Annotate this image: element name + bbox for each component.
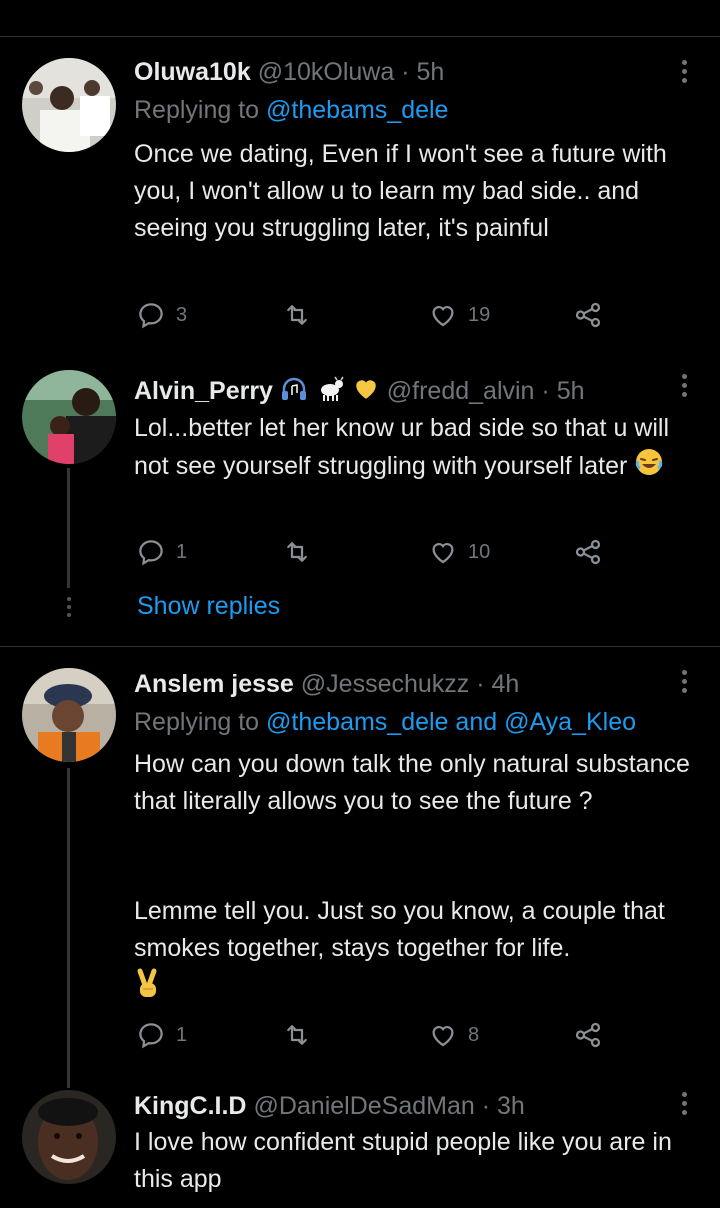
timestamp[interactable]: 4h: [492, 670, 520, 698]
user-handle[interactable]: @DanielDeSadMan: [253, 1092, 474, 1120]
tweet-text-body: Lemme tell you. Just so you know, a coup…: [134, 897, 665, 962]
separator-dot: ·: [401, 58, 410, 86]
replying-to-prefix: Replying to: [134, 96, 267, 124]
like-button[interactable]: 19: [428, 300, 490, 330]
user-handle[interactable]: @10kOluwa: [258, 58, 395, 86]
tweet-text: Once we dating, Even if I won't see a fu…: [134, 140, 667, 242]
avatar[interactable]: [22, 370, 116, 464]
tweet-text-body: Lol...better let her know ur bad side so…: [134, 414, 670, 481]
more-icon[interactable]: [677, 374, 691, 404]
like-count: 19: [468, 303, 491, 326]
retweet-button[interactable]: [282, 300, 312, 330]
retweet-button[interactable]: [282, 537, 312, 567]
tweet-text-paragraph-2: Lemme tell you. Just so you know, a coup…: [134, 893, 704, 1012]
display-name[interactable]: KingC.I.D: [134, 1092, 247, 1120]
thread-line: [67, 468, 70, 588]
tweet-text: Lol...better let her know ur bad side so…: [134, 410, 704, 488]
like-count: 10: [468, 540, 491, 563]
like-count: 8: [468, 1023, 480, 1046]
reply-count: 3: [176, 303, 188, 326]
timestamp[interactable]: 5h: [557, 377, 585, 405]
separator-dot: ·: [481, 1092, 491, 1120]
tweet-header: KingC.I.D @DanielDeSadMan · 3h: [134, 1092, 525, 1121]
reply-icon: [139, 1023, 163, 1049]
like-button[interactable]: 8: [428, 1020, 479, 1050]
share-button[interactable]: [573, 300, 603, 330]
separator-dot: ·: [476, 670, 485, 698]
user-handle[interactable]: @fredd_alvin: [387, 377, 535, 405]
like-button[interactable]: 10: [428, 537, 490, 567]
thread-gap-dots: [66, 597, 72, 621]
reply-button[interactable]: 3: [136, 300, 187, 330]
display-name[interactable]: Anslem jesse: [134, 670, 294, 698]
reply-count: 1: [176, 1023, 188, 1046]
share-button[interactable]: [573, 537, 603, 567]
display-name[interactable]: Alvin_Perry: [134, 377, 273, 405]
share-button[interactable]: [573, 1020, 603, 1050]
previous-tweet-actions: [0, 0, 720, 37]
more-icon[interactable]: [677, 670, 691, 700]
retweet-icon: [287, 1025, 307, 1045]
thread-line: [67, 768, 70, 1088]
timestamp[interactable]: 3h: [497, 1092, 525, 1120]
retweet-icon: [287, 305, 307, 325]
retweet-icon: [287, 542, 307, 562]
show-replies-link[interactable]: Show replies: [137, 592, 280, 621]
timestamp[interactable]: 5h: [416, 58, 444, 86]
replying-to-link[interactable]: @thebams_dele: [266, 96, 448, 124]
goat-icon: [315, 376, 345, 409]
tweet-header: Oluwa10k @10kOluwa · 5h: [134, 58, 444, 87]
like-icon: [432, 1026, 454, 1047]
avatar[interactable]: [22, 668, 116, 762]
reply-count: 1: [176, 540, 188, 563]
replying-to: Replying to @thebams_dele: [134, 96, 448, 125]
share-icon: [575, 302, 601, 328]
divider: [0, 646, 720, 647]
headphones-icon: [280, 376, 308, 409]
avatar[interactable]: [22, 1090, 116, 1184]
reply-icon: [139, 540, 163, 566]
more-icon[interactable]: [677, 1092, 691, 1122]
avatar-photo: [22, 58, 116, 152]
like-icon: [432, 306, 454, 327]
replying-to-link[interactable]: @thebams_dele and @Aya_Kleo: [266, 708, 636, 736]
avatar-photo: [22, 1090, 116, 1184]
replying-to-prefix: Replying to: [134, 708, 267, 736]
avatar[interactable]: [22, 58, 116, 152]
yellow-heart-icon: [352, 376, 380, 409]
tweet-text: I love how confident stupid people like …: [134, 1128, 672, 1193]
laughing-emoji: [634, 447, 664, 488]
user-handle[interactable]: @Jessechukzz: [301, 670, 470, 698]
tweet-header: Alvin_Perry @fredd_alvin · 5h: [134, 376, 585, 409]
tweet-header: Anslem jesse @Jessechukzz · 4h: [134, 670, 519, 699]
reply-button[interactable]: 1: [136, 537, 187, 567]
display-name[interactable]: Oluwa10k: [134, 58, 251, 86]
victory-hand-emoji: [134, 967, 162, 1012]
avatar-photo: [22, 668, 116, 762]
reply-icon: [139, 303, 163, 329]
avatar-photo: [22, 370, 116, 464]
separator-dot: ·: [541, 377, 550, 406]
reply-button[interactable]: 1: [136, 1020, 187, 1050]
more-icon[interactable]: [677, 60, 691, 90]
like-icon: [432, 543, 454, 564]
share-icon: [575, 539, 601, 565]
share-icon: [575, 1022, 601, 1048]
retweet-button[interactable]: [282, 1020, 312, 1050]
tweet-text-paragraph-1: How can you down talk the only natural s…: [134, 750, 690, 815]
replying-to: Replying to @thebams_dele and @Aya_Kleo: [134, 708, 636, 737]
